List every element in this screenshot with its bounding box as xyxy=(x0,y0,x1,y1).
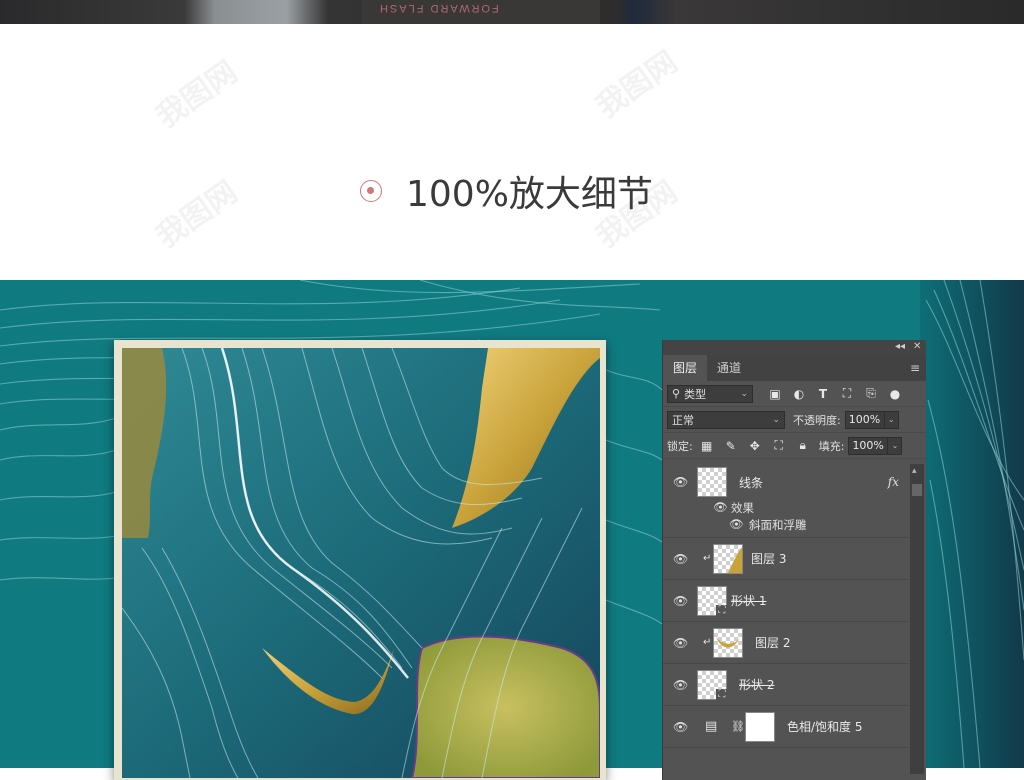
layer-row[interactable]: 👁︎ ↵ 图层 2 xyxy=(663,622,909,664)
blend-row: 正常 ⌄ 不透明度: 100% ⌄ xyxy=(663,407,926,433)
top-photo-strip: FORWARD FLASH xyxy=(0,0,1024,24)
watermark: 我图网 xyxy=(590,44,684,126)
eye-icon[interactable]: 👁︎ xyxy=(729,517,744,531)
smart-object-filter-icon[interactable]: ⎘ xyxy=(863,386,879,402)
lock-pixels-icon[interactable]: ▦ xyxy=(699,438,715,454)
eye-icon[interactable]: 👁︎ xyxy=(673,475,688,489)
layer-row[interactable]: 👁︎ 线条 fx xyxy=(663,464,909,500)
layer-name: 形状 2 xyxy=(739,678,775,692)
layer-row[interactable]: 👁︎ ⛶ 形状 2 xyxy=(663,664,909,706)
effects-row[interactable]: 👁︎ 效果 xyxy=(663,500,909,517)
watermark: 我图网 xyxy=(150,54,244,136)
toggle-filter-icon[interactable]: ● xyxy=(887,386,903,402)
shape-badge-icon: ⛶ xyxy=(716,604,728,617)
panel-tabs: 图层 通道 ≡ xyxy=(663,355,926,381)
shape-filter-icon[interactable]: ⛶ xyxy=(839,386,855,402)
eye-icon[interactable]: 👁︎ xyxy=(713,500,728,514)
effects-label: 效果 xyxy=(731,501,754,515)
painting-artwork xyxy=(122,348,600,778)
close-icon[interactable]: ✕ xyxy=(913,341,921,352)
blend-mode-value: 正常 xyxy=(672,413,694,427)
panel-menu-icon[interactable]: ≡ xyxy=(910,355,920,381)
layers-list: 👁︎ 线条 fx 👁︎ 效果 👁︎ 斜面和浮雕 👁︎ ↵ 图层 3 👁︎ ⛶ 形… xyxy=(663,464,909,748)
layer-row[interactable]: 👁︎ ⛶ 形状 1 xyxy=(663,580,909,622)
filter-row: ⚲ 类型 ⌄ ▣ ◐ T ⛶ ⎘ ● xyxy=(663,381,926,407)
layers-panel: ◂◂ ✕ 图层 通道 ≡ ⚲ 类型 ⌄ ▣ ◐ T ⛶ ⎘ ● 正常 ⌄ 不透明… xyxy=(662,340,926,780)
collapse-icon[interactable]: ◂◂ xyxy=(895,341,905,352)
scroll-up-icon[interactable]: ▴ xyxy=(912,466,917,476)
book-cover-text: FORWARD FLASH xyxy=(378,2,499,14)
fill-label: 填充: xyxy=(818,439,845,453)
heading-text: 100%放大细节 xyxy=(406,174,653,215)
mask-thumbnail xyxy=(745,711,775,742)
section-heading: 100%放大细节 xyxy=(360,168,653,215)
filter-kind-value: 类型 xyxy=(684,387,707,401)
image-filter-icon[interactable]: ▣ xyxy=(767,386,783,402)
effect-name: 斜面和浮雕 xyxy=(749,518,807,532)
watermark: 我图网 xyxy=(150,174,244,256)
chevron-down-icon: ⌄ xyxy=(772,414,780,425)
target-bullet-icon xyxy=(360,180,382,202)
layer-row[interactable]: 👁︎ ↵ 图层 3 xyxy=(663,538,909,580)
opacity-input[interactable]: 100% xyxy=(844,410,885,429)
scrollbar-thumb[interactable] xyxy=(912,484,922,496)
lock-label: 锁定: xyxy=(667,439,693,453)
layer-thumbnail xyxy=(713,543,743,574)
search-icon: ⚲ xyxy=(672,387,681,400)
gold-thumb-art xyxy=(716,636,740,647)
lock-position-icon[interactable]: ✥ xyxy=(747,438,763,454)
tab-layers[interactable]: 图层 xyxy=(663,355,708,381)
eye-icon[interactable]: 👁︎ xyxy=(673,720,688,734)
lock-row: 锁定: ▦ ✎ ✥ ⛶ 🔒︎ 填充: 100% ⌄ xyxy=(663,433,926,459)
layer-thumbnail xyxy=(713,627,743,658)
layer-name: 形状 1 xyxy=(731,594,767,608)
layer-name: 线条 xyxy=(739,475,764,490)
filter-kind-select[interactable]: ⚲ 类型 ⌄ xyxy=(667,384,753,403)
lock-all-icon[interactable]: 🔒︎ xyxy=(795,438,811,454)
layer-thumbnail: ⛶ xyxy=(697,669,728,701)
layer-name: 色相/饱和度 5 xyxy=(787,720,863,734)
panel-titlebar: ◂◂ ✕ xyxy=(663,340,926,355)
clip-arrow-icon: ↵ xyxy=(703,553,712,564)
fill-dropdown[interactable]: ⌄ xyxy=(888,436,903,455)
lock-brush-icon[interactable]: ✎ xyxy=(723,438,739,454)
eye-icon[interactable]: 👁︎ xyxy=(673,636,688,650)
lock-artboard-icon[interactable]: ⛶ xyxy=(771,438,787,454)
layer-thumbnail xyxy=(697,467,727,497)
layer-name: 图层 3 xyxy=(751,552,787,566)
gold-thumb-art xyxy=(728,546,742,573)
eye-icon[interactable]: 👁︎ xyxy=(673,678,688,692)
type-filter-icon[interactable]: T xyxy=(815,386,831,402)
adjustment-filter-icon[interactable]: ◐ xyxy=(791,386,807,402)
blend-mode-select[interactable]: 正常 ⌄ xyxy=(667,410,785,429)
fx-icon[interactable]: fx xyxy=(888,475,899,489)
clip-arrow-icon: ↵ xyxy=(703,637,712,648)
fill-input[interactable]: 100% xyxy=(848,436,889,455)
layers-scrollbar[interactable]: ▴ xyxy=(910,464,924,774)
adjustment-layer-icon: ▤ xyxy=(705,719,718,734)
layer-row[interactable]: 👁︎ ▤ ⛓ 色相/饱和度 5 xyxy=(663,706,909,748)
abstract-painting xyxy=(122,348,600,778)
tab-channels[interactable]: 通道 xyxy=(707,355,751,381)
layer-thumbnail: ⛶ xyxy=(697,585,728,617)
opacity-label: 不透明度: xyxy=(793,413,841,427)
effect-bevel-row[interactable]: 👁︎ 斜面和浮雕 xyxy=(663,517,909,538)
chevron-down-icon: ⌄ xyxy=(740,388,748,399)
eye-icon[interactable]: 👁︎ xyxy=(673,552,688,566)
opacity-dropdown[interactable]: ⌄ xyxy=(884,410,899,429)
link-icon[interactable]: ⛓ xyxy=(731,720,745,733)
layer-name: 图层 2 xyxy=(755,636,791,650)
eye-icon[interactable]: 👁︎ xyxy=(673,594,688,608)
shape-badge-icon: ⛶ xyxy=(716,688,728,701)
